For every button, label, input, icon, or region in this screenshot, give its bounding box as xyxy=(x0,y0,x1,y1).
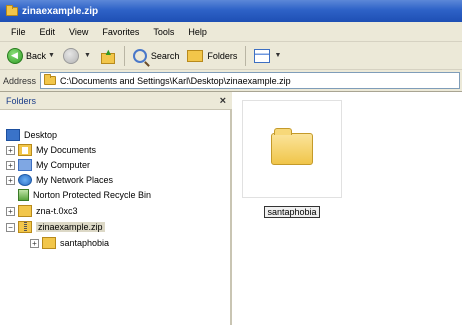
views-button[interactable]: ▼ xyxy=(250,45,285,67)
forward-button[interactable]: ▼ xyxy=(59,45,95,67)
up-folder-icon xyxy=(99,47,115,64)
address-bar: Address C:\Documents and Settings\Karl\D… xyxy=(0,70,462,92)
my-documents-icon xyxy=(18,144,32,156)
back-dropdown-icon[interactable]: ▼ xyxy=(48,52,55,59)
back-button[interactable]: Back ▼ xyxy=(3,45,59,67)
file-thumbnail[interactable] xyxy=(242,100,342,198)
address-path[interactable]: C:\Documents and Settings\Karl\Desktop\z… xyxy=(60,76,291,86)
search-button[interactable]: Search xyxy=(129,45,184,67)
folder-icon xyxy=(271,128,313,165)
tree-item-label: zinaexample.zip xyxy=(36,222,105,232)
desktop-icon xyxy=(6,129,20,141)
back-label: Back xyxy=(26,50,47,61)
tree-item-label: My Documents xyxy=(36,145,97,155)
search-label: Search xyxy=(150,50,180,61)
tree-item-my-documents[interactable]: + My Documents xyxy=(6,143,96,157)
up-folder-button[interactable] xyxy=(95,45,120,67)
folder-icon xyxy=(42,237,56,249)
computer-icon xyxy=(18,159,32,171)
tree-item-label: My Computer xyxy=(36,160,91,170)
folders-button[interactable]: Folders xyxy=(183,45,241,67)
window-folder-icon xyxy=(6,4,18,16)
forward-dropdown-icon[interactable]: ▼ xyxy=(84,52,91,59)
folders-pane-title: Folders xyxy=(6,95,37,106)
content-pane: santaphobia xyxy=(234,92,462,325)
toolbar-separator xyxy=(123,45,125,66)
address-field[interactable]: C:\Documents and Settings\Karl\Desktop\z… xyxy=(40,72,460,89)
zip-folder-icon xyxy=(18,221,32,233)
folder-icon xyxy=(18,205,32,217)
title-bar: zinaexample.zip xyxy=(0,0,462,22)
expand-icon[interactable]: + xyxy=(6,175,15,185)
tree-item-my-network-places[interactable]: + My Network Places xyxy=(6,173,113,187)
tree-item-label: Desktop xyxy=(24,130,58,140)
folders-pane-header: Folders × xyxy=(0,92,232,110)
expand-icon[interactable]: + xyxy=(30,238,39,248)
tree-item-santaphobia[interactable]: + santaphobia xyxy=(30,236,109,250)
close-icon[interactable]: × xyxy=(220,95,226,107)
menu-bar: File Edit View Favorites Tools Help xyxy=(0,22,462,42)
collapse-icon[interactable]: − xyxy=(6,222,15,232)
menu-view[interactable]: View xyxy=(62,27,95,37)
tree-item-label: Norton Protected Recycle Bin xyxy=(33,190,152,200)
tree-item-my-computer[interactable]: + My Computer xyxy=(6,158,90,172)
menu-edit[interactable]: Edit xyxy=(33,27,63,37)
tree-item-zinaexample-zip[interactable]: − zinaexample.zip xyxy=(6,220,105,234)
toolbar: Back ▼ ▼ Search Folders ▼ xyxy=(0,42,462,70)
tree-item-desktop[interactable]: Desktop xyxy=(6,128,57,142)
folders-label: Folders xyxy=(207,50,238,61)
tree-item-label: santaphobia xyxy=(60,238,110,248)
tree-item-zna-folder[interactable]: + zna-t.0xc3 xyxy=(6,204,78,218)
folders-icon xyxy=(187,49,204,62)
window-title: zinaexample.zip xyxy=(22,5,99,17)
tree-item-recycle-bin[interactable]: Norton Protected Recycle Bin xyxy=(18,188,151,202)
toolbar-separator xyxy=(245,45,247,66)
recycle-bin-icon xyxy=(18,189,29,201)
expand-icon[interactable]: + xyxy=(6,160,15,170)
network-icon xyxy=(18,174,32,186)
views-dropdown-icon[interactable]: ▼ xyxy=(274,52,281,59)
file-item-label[interactable]: santaphobia xyxy=(264,206,320,218)
expand-icon[interactable]: + xyxy=(6,145,15,155)
menu-help[interactable]: Help xyxy=(181,27,214,37)
search-icon xyxy=(132,48,147,63)
folders-pane: Folders × Desktop + My Documents + My Co… xyxy=(0,92,232,325)
file-item[interactable]: santaphobia xyxy=(242,100,342,230)
address-label: Address xyxy=(3,75,37,86)
menu-file[interactable]: File xyxy=(4,27,33,37)
expand-icon[interactable]: + xyxy=(6,206,15,216)
tree-item-label: zna-t.0xc3 xyxy=(36,206,78,216)
back-arrow-icon xyxy=(7,47,23,64)
menu-tools[interactable]: Tools xyxy=(146,27,181,37)
tree-item-label: My Network Places xyxy=(36,175,114,185)
views-icon xyxy=(254,48,271,63)
menu-favorites[interactable]: Favorites xyxy=(95,27,146,37)
address-folder-icon xyxy=(44,74,57,85)
forward-arrow-icon xyxy=(62,47,79,64)
